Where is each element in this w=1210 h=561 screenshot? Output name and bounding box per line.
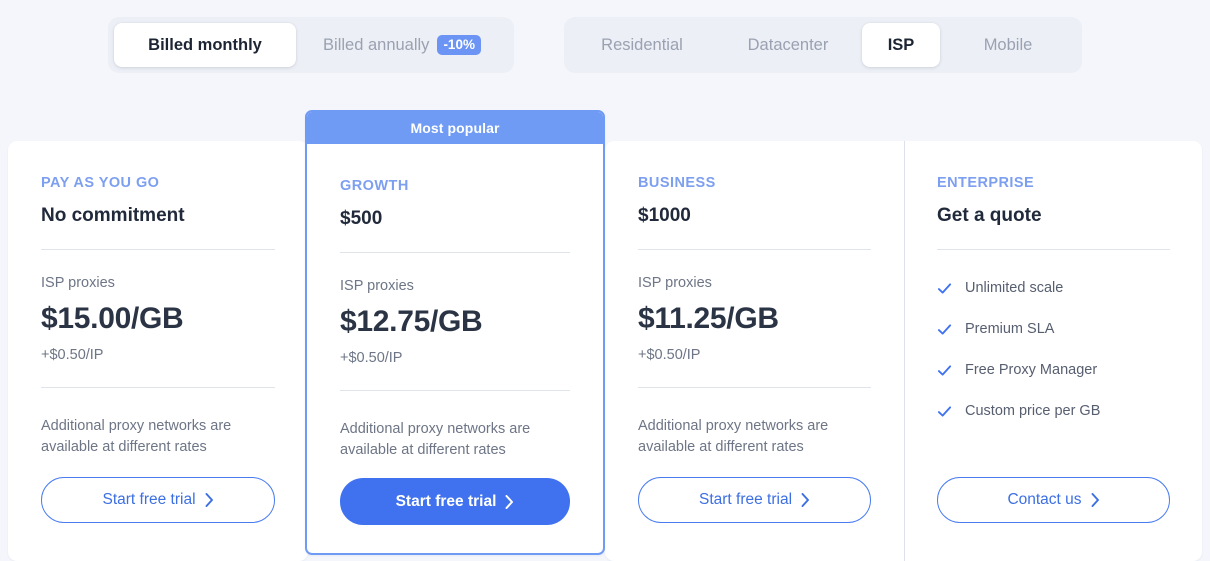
pricing-cards: PAY AS YOU GO No commitment ISP proxies … xyxy=(0,110,1210,561)
cta-label: Start free trial xyxy=(102,491,196,508)
start-free-trial-button[interactable]: Start free trial xyxy=(340,478,570,525)
list-item: Unlimited scale xyxy=(937,280,1170,297)
plan-panel-right: BUSINESS $1000 ISP proxies $11.25/GB +$0… xyxy=(605,141,1202,561)
plan-price-note: +$0.50/IP xyxy=(638,347,701,363)
plan-headline: $500 xyxy=(340,207,383,229)
toggle-isp[interactable]: ISP xyxy=(862,23,940,67)
toggle-billed-monthly[interactable]: Billed monthly xyxy=(114,23,296,67)
feature-label: Unlimited scale xyxy=(965,279,1064,296)
feature-label: Custom price per GB xyxy=(965,402,1101,419)
check-icon xyxy=(937,364,952,376)
check-icon xyxy=(937,405,952,417)
start-free-trial-button[interactable]: Start free trial xyxy=(41,477,275,523)
plan-headline: Get a quote xyxy=(937,204,1042,226)
plan-proxy-label: ISP proxies xyxy=(340,277,414,294)
toggle-residential-label: Residential xyxy=(601,35,683,54)
plan-note: Additional proxy networks are available … xyxy=(340,420,531,459)
toggle-billed-annually-label: Billed annually xyxy=(323,35,430,54)
plan-card-body: PAY AS YOU GO No commitment ISP proxies … xyxy=(8,141,308,561)
plan-price: $11.25/GB xyxy=(638,302,779,335)
divider xyxy=(340,389,570,391)
feature-label: Premium SLA xyxy=(965,320,1055,337)
cta-slot: Contact us xyxy=(937,477,1170,523)
plan-price: $15.00/GB xyxy=(41,302,184,335)
toggle-datacenter[interactable]: Datacenter xyxy=(714,23,862,67)
plan-note: Additional proxy networks are available … xyxy=(41,417,232,456)
cta-label: Start free trial xyxy=(395,492,497,510)
plan-note: Additional proxy networks are available … xyxy=(638,417,829,456)
list-item: Free Proxy Manager xyxy=(937,362,1170,379)
most-popular-banner: Most popular xyxy=(307,112,603,144)
divider xyxy=(638,248,871,250)
feature-label: Free Proxy Manager xyxy=(965,361,1098,378)
toggle-billed-monthly-label: Billed monthly xyxy=(148,35,262,54)
toggle-isp-label: ISP xyxy=(887,35,915,54)
divider xyxy=(638,386,871,388)
plan-headline: $1000 xyxy=(638,204,691,226)
start-free-trial-button[interactable]: Start free trial xyxy=(638,477,871,523)
contact-us-button[interactable]: Contact us xyxy=(937,477,1170,523)
plan-price: $12.75/GB xyxy=(340,305,483,338)
toggle-row: Billed monthly Billed annually -10% Resi… xyxy=(0,17,1210,73)
divider xyxy=(937,248,1170,250)
chevron-right-icon xyxy=(505,494,514,509)
plan-proxy-label: ISP proxies xyxy=(41,274,115,291)
toggle-mobile[interactable]: Mobile xyxy=(940,23,1076,67)
plan-category-label: ENTERPRISE xyxy=(937,175,1035,191)
plan-proxy-label: ISP proxies xyxy=(638,274,712,291)
toggle-datacenter-label: Datacenter xyxy=(747,35,829,54)
plan-card-pay-as-you-go: PAY AS YOU GO No commitment ISP proxies … xyxy=(8,141,308,561)
plan-headline: No commitment xyxy=(41,204,185,226)
chevron-right-icon xyxy=(801,493,809,507)
plan-category-label: PAY AS YOU GO xyxy=(41,175,160,191)
toggle-mobile-label: Mobile xyxy=(983,35,1033,54)
plan-category-label: BUSINESS xyxy=(638,175,716,191)
cta-slot: Start free trial xyxy=(41,477,275,523)
plan-card-growth: Most popular GROWTH $500 ISP proxies $12… xyxy=(305,110,605,555)
plan-category-label: GROWTH xyxy=(340,178,409,194)
plan-card-business: BUSINESS $1000 ISP proxies $11.25/GB +$0… xyxy=(605,141,904,561)
plan-card-enterprise: ENTERPRISE Get a quote Unlimited scale P… xyxy=(904,141,1203,561)
feature-list: Unlimited scale Premium SLA Free Proxy M… xyxy=(937,280,1170,420)
toggle-billed-annually[interactable]: Billed annually -10% xyxy=(296,23,508,67)
cta-slot: Start free trial xyxy=(638,477,871,523)
check-icon xyxy=(937,323,952,335)
divider xyxy=(41,386,275,388)
list-item: Custom price per GB xyxy=(937,403,1170,420)
cta-slot: Start free trial xyxy=(340,478,570,525)
plan-price-note: +$0.50/IP xyxy=(340,350,403,366)
plan-price-note: +$0.50/IP xyxy=(41,347,104,363)
divider xyxy=(41,248,275,250)
network-toggle-group: Residential Datacenter ISP Mobile xyxy=(564,17,1082,73)
divider xyxy=(340,251,570,253)
list-item: Premium SLA xyxy=(937,321,1170,338)
plan-card-body: GROWTH $500 ISP proxies $12.75/GB +$0.50… xyxy=(307,144,603,553)
discount-badge: -10% xyxy=(437,34,481,56)
chevron-right-icon xyxy=(1091,493,1099,507)
cta-label: Contact us xyxy=(1007,491,1082,508)
toggle-residential[interactable]: Residential xyxy=(570,23,714,67)
cta-label: Start free trial xyxy=(698,491,793,508)
chevron-right-icon xyxy=(205,493,213,507)
billing-toggle-group: Billed monthly Billed annually -10% xyxy=(108,17,514,73)
check-icon xyxy=(937,282,952,294)
